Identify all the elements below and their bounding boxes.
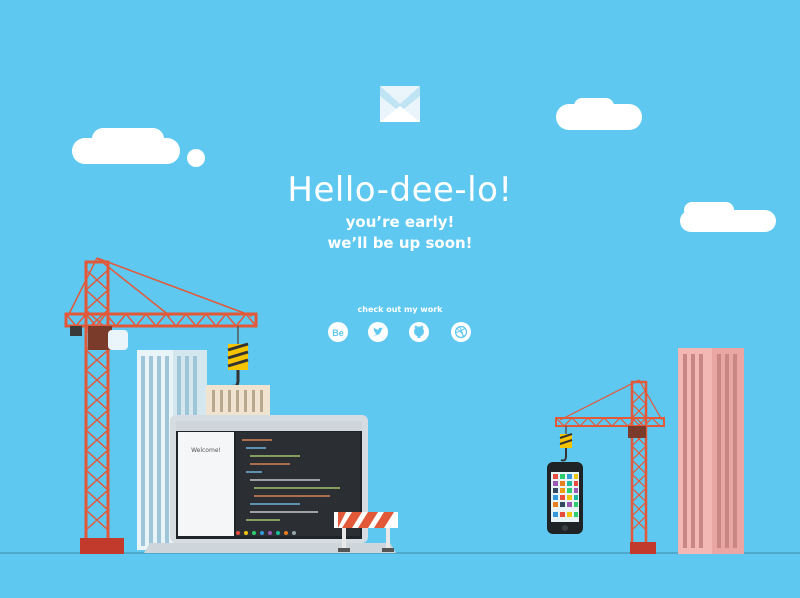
laptop (144, 415, 396, 553)
github-icon (414, 324, 424, 338)
behance-icon: Be (332, 328, 344, 338)
twitter-icon (373, 327, 383, 336)
dribbble-icon (454, 325, 468, 339)
behance-link[interactable]: Be (328, 322, 348, 342)
social-label: check out my work (357, 305, 443, 314)
cloud-top-right (556, 98, 642, 130)
construction-scene (0, 86, 800, 554)
smartphone (547, 462, 583, 534)
twitter-link[interactable] (368, 322, 388, 342)
envelope-logo (380, 86, 420, 122)
building-pink (678, 348, 744, 554)
page-headline: Hello-dee-lo! (287, 170, 513, 210)
tagline-line-2: we’ll be up soon! (327, 234, 473, 252)
github-link[interactable] (409, 322, 429, 342)
dribbble-link[interactable] (451, 322, 471, 342)
laptop-welcome-text: Welcome! (191, 447, 221, 454)
building-block-carried (206, 385, 270, 417)
tagline-line-1: you’re early! (345, 213, 455, 231)
svg-text:Be: Be (332, 328, 344, 338)
cloud-left (72, 128, 205, 167)
